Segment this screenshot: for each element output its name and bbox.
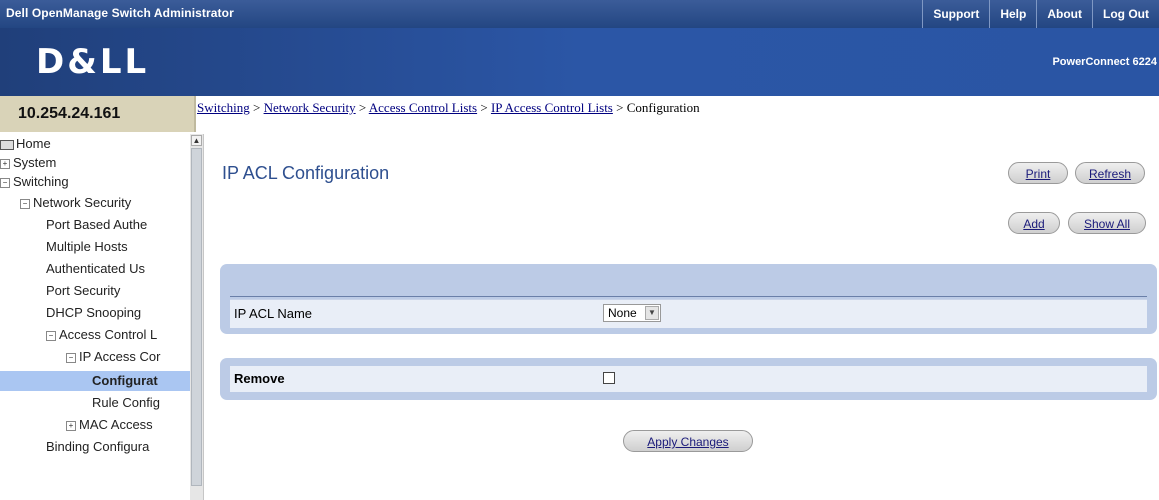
home-icon [0,139,14,150]
sidebar-item-switching[interactable]: − Switching [0,172,69,192]
sidebar-item-binding-config[interactable]: Binding Configura [46,437,149,457]
banner: D&LL PowerConnect 6224 [0,28,1159,96]
expand-plus-icon[interactable]: + [66,420,76,431]
page-title: IP ACL Configuration [222,163,390,183]
breadcrumb-current: Configuration [626,100,700,115]
acl-name-panel: IP ACL Name None ▼ [220,264,1157,334]
scroll-up-icon[interactable]: ▲ [191,135,202,146]
sidebar-item-rule-config[interactable]: Rule Config [92,393,160,413]
breadcrumb: Switching > Network Security > Access Co… [197,100,700,116]
collapse-minus-icon[interactable]: − [20,198,30,209]
chevron-down-icon[interactable]: ▼ [645,306,659,320]
sidebar: Home + System − Switching − Network Securit… [0,134,204,500]
top-nav: Support Help About Log Out [922,0,1159,28]
breadcrumb-separator: > [612,100,627,115]
dell-logo: D&LL [36,42,150,82]
breadcrumb-separator: > [477,100,491,115]
support-link[interactable]: Support [922,0,989,28]
sidebar-item-port-based-auth[interactable]: Port Based Authe [46,215,147,235]
sidebar-item-port-security[interactable]: Port Security [46,281,120,301]
show-all-button[interactable]: Show All [1068,212,1146,234]
breadcrumb-separator: > [249,100,264,115]
top-bar: Dell OpenManage Switch Administrator Sup… [0,0,1159,28]
sidebar-item-ip-access-control[interactable]: − IP Access Cor [66,347,160,367]
acl-name-label: IP ACL Name [234,306,313,321]
product-name: PowerConnect 6224 [1052,56,1157,68]
help-link[interactable]: Help [989,0,1036,28]
remove-row: Remove [230,366,1147,392]
logout-link[interactable]: Log Out [1092,0,1159,28]
remove-panel: Remove [220,358,1157,400]
sidebar-item-mac-access[interactable]: + MAC Access [66,415,153,435]
print-button[interactable]: Print [1008,162,1068,184]
about-link[interactable]: About [1036,0,1092,28]
acl-name-row: IP ACL Name None ▼ [230,299,1147,328]
sidebar-item-dhcp-snooping[interactable]: DHCP Snooping [46,303,141,323]
collapse-minus-icon[interactable]: − [66,352,76,363]
scroll-thumb[interactable] [191,148,202,486]
acl-name-select[interactable]: None ▼ [603,304,661,322]
sidebar-item-network-security[interactable]: − Network Security [20,193,131,213]
sidebar-item-home[interactable]: Home [0,134,51,154]
breadcrumb-access-control-lists[interactable]: Access Control Lists [369,100,477,115]
remove-label: Remove [234,371,285,386]
panel-divider [230,296,1147,297]
sidebar-item-multiple-hosts[interactable]: Multiple Hosts [46,237,128,257]
app-title: Dell OpenManage Switch Administrator [6,6,234,20]
sidebar-scrollbar[interactable]: ▲ [190,134,203,500]
remove-checkbox[interactable] [603,372,615,384]
acl-name-value: None [608,306,637,320]
ip-address-box: 10.254.24.161 [0,96,196,132]
add-button[interactable]: Add [1008,212,1060,234]
collapse-minus-icon[interactable]: − [46,330,56,341]
sidebar-item-authenticated-users[interactable]: Authenticated Us [46,259,145,279]
breadcrumb-switching[interactable]: Switching [197,100,250,115]
sidebar-item-system[interactable]: + System [0,153,56,173]
expand-plus-icon[interactable]: + [0,158,10,169]
refresh-button[interactable]: Refresh [1075,162,1145,184]
collapse-minus-icon[interactable]: − [0,177,10,188]
breadcrumb-separator: > [355,100,369,115]
breadcrumb-ip-access-control-lists[interactable]: IP Access Control Lists [491,100,613,115]
sidebar-item-access-control-lists[interactable]: − Access Control L [46,325,157,345]
apply-changes-button[interactable]: Apply Changes [623,430,753,452]
breadcrumb-network-security[interactable]: Network Security [264,100,356,115]
sidebar-item-configuration[interactable]: Configurat [0,371,190,391]
ip-address: 10.254.24.161 [18,105,121,122]
